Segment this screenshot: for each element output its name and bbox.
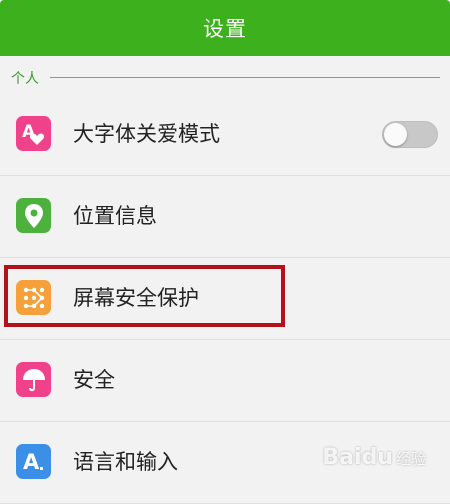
language-a-icon: A bbox=[16, 444, 51, 479]
section-divider bbox=[50, 77, 440, 78]
svg-text:A: A bbox=[23, 450, 40, 474]
umbrella-icon bbox=[16, 362, 51, 397]
highlight-box bbox=[4, 265, 285, 327]
settings-item-security[interactable]: 安全 bbox=[0, 340, 450, 422]
large-font-toggle[interactable] bbox=[382, 121, 438, 148]
toggle-knob bbox=[384, 123, 407, 146]
app-header: 设置 bbox=[0, 0, 450, 56]
settings-item-label: 位置信息 bbox=[73, 204, 157, 228]
section-header-personal: 个人 bbox=[0, 56, 450, 94]
location-pin-icon bbox=[16, 198, 51, 233]
settings-item-label: 语言和输入 bbox=[73, 450, 178, 474]
settings-item-location[interactable]: 位置信息 bbox=[0, 176, 450, 258]
baidu-watermark: Baidu 经验 bbox=[322, 445, 426, 470]
large-font-heart-icon: A bbox=[16, 116, 51, 151]
settings-item-label: 大字体关爱模式 bbox=[73, 122, 220, 146]
settings-item-large-font[interactable]: A 大字体关爱模式 bbox=[0, 94, 450, 176]
settings-item-label: 安全 bbox=[73, 368, 115, 392]
page-title: 设置 bbox=[203, 17, 247, 41]
section-label: 个人 bbox=[11, 71, 39, 87]
